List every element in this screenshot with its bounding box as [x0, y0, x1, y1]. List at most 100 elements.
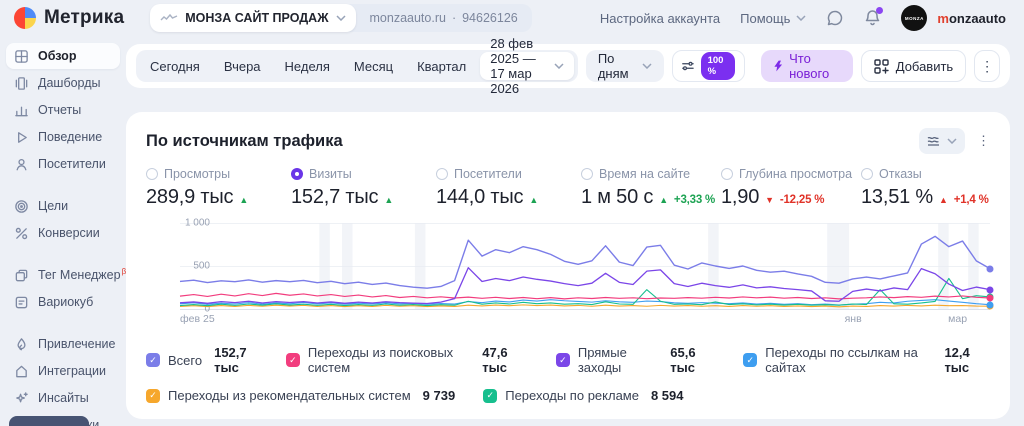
- goals-icon: [13, 199, 29, 214]
- metric-просмотры[interactable]: Просмотры 289,9 тыс▲: [146, 167, 291, 209]
- sparkline-icon: [160, 13, 178, 23]
- chat-icon: [826, 9, 844, 27]
- series-end-dot: [987, 265, 994, 272]
- counter-domain[interactable]: monzaauto.ru: [370, 11, 446, 25]
- sidebar-promo-card[interactable]: [9, 416, 89, 426]
- legend-checkbox[interactable]: ✓: [146, 353, 160, 367]
- sidebar-item-label: Отчеты: [38, 103, 81, 117]
- sidebar-item-label: Поведение: [38, 130, 102, 144]
- preset-квартал[interactable]: Квартал: [405, 52, 478, 80]
- metric-value: 152,7 тыс: [291, 186, 378, 209]
- card-menu-button[interactable]: ⋮: [977, 133, 990, 149]
- account-settings-link[interactable]: Настройка аккаунта: [600, 11, 720, 26]
- add-grid-icon: [874, 59, 889, 74]
- legend-checkbox[interactable]: ✓: [286, 353, 300, 367]
- trend-up-icon: ▲: [659, 195, 668, 205]
- sidebar-item-attraction[interactable]: Привлечение: [6, 331, 120, 357]
- add-widget-button[interactable]: Добавить: [861, 50, 966, 82]
- legend-label: Прямые заходы: [578, 345, 658, 375]
- sidebar-item-visitors[interactable]: Посетители: [6, 151, 120, 177]
- x-axis-tick: мар: [948, 313, 967, 325]
- sidebar-item-overview[interactable]: Обзор: [6, 43, 120, 69]
- metric-radio[interactable]: [861, 168, 873, 180]
- legend-item[interactable]: ✓ Всего 152,7 тыс: [146, 345, 258, 375]
- main-content: СегодняВчераНеделяМесяцКвартал 28 фев 20…: [126, 36, 1024, 426]
- sidebar-item-insights[interactable]: Инсайты: [6, 385, 120, 411]
- preset-вчера[interactable]: Вчера: [212, 52, 273, 80]
- legend-checkbox[interactable]: ✓: [483, 389, 497, 403]
- wavy-lines-icon: [927, 135, 941, 147]
- legend-item[interactable]: ✓Переходы по рекламе8 594: [483, 388, 683, 403]
- kebab-icon: ⋮: [980, 58, 994, 75]
- help-label: Помощь: [740, 11, 790, 26]
- metric-value: 289,9 тыс: [146, 186, 233, 209]
- metrica-logo[interactable]: Метрика: [14, 7, 124, 29]
- legend-value: 152,7 тыс: [214, 345, 258, 375]
- metric-radio[interactable]: [436, 168, 448, 180]
- sidebar-item-reports[interactable]: Отчеты: [6, 97, 120, 123]
- metric-label: Отказы: [879, 167, 922, 181]
- metric-посетители[interactable]: Посетители 144,0 тыс▲: [436, 167, 581, 209]
- visitors-icon: [13, 157, 29, 172]
- metric-radio[interactable]: [721, 168, 733, 180]
- legend-item[interactable]: ✓Переходы по ссылкам на сайтах12,4 тыс: [743, 345, 990, 375]
- legend-checkbox[interactable]: ✓: [146, 389, 160, 403]
- username[interactable]: monzaauto: [937, 11, 1006, 26]
- date-range-picker[interactable]: 28 фев 2025 — 17 мар 2026: [480, 52, 574, 80]
- avatar[interactable]: MONZA: [901, 5, 927, 31]
- sidebar-item-label: Обзор: [38, 49, 76, 63]
- sidebar-item-tag-manager[interactable]: Тег Менеджерβ: [6, 262, 120, 288]
- chevron-down-icon: [947, 138, 957, 144]
- metrica-logo-text: Метрика: [44, 7, 124, 29]
- sidebar-item-goals[interactable]: Цели: [6, 193, 120, 219]
- metric-отказы[interactable]: Отказы 13,51 %▲+1,4 %: [861, 167, 989, 209]
- trend-up-icon: ▲: [529, 195, 538, 205]
- sidebar-item-dashboards[interactable]: Дашборды: [6, 70, 120, 96]
- sidebar-item-label: Привлечение: [38, 337, 115, 351]
- toolbar-card: СегодняВчераНеделяМесяцКвартал 28 фев 20…: [126, 44, 1010, 88]
- counter-meta: monzaauto.ru · 94626126: [356, 11, 532, 25]
- traffic-chart[interactable]: 1 0005000: [180, 223, 990, 309]
- trend-up-icon: ▲: [384, 195, 393, 205]
- metric-визиты[interactable]: Визиты 152,7 тыс▲: [291, 167, 436, 209]
- sidebar-item-integrations[interactable]: Интеграции: [6, 358, 120, 384]
- whats-new-button[interactable]: Что нового: [761, 50, 853, 82]
- preset-сегодня[interactable]: Сегодня: [138, 52, 212, 80]
- reports-icon: [13, 103, 29, 118]
- notifications-button[interactable]: [864, 9, 881, 27]
- metric-radio[interactable]: [291, 168, 303, 180]
- traffic-sources-card: По источникам трафика ⋮ Просмотры 289,9 …: [126, 112, 1010, 419]
- metric-radio[interactable]: [146, 168, 158, 180]
- counter-selector[interactable]: МОНЗА САЙТ ПРОДАЖ: [150, 4, 355, 32]
- chart-type-select[interactable]: [919, 128, 965, 154]
- preset-неделя[interactable]: Неделя: [273, 52, 342, 80]
- date-preset-group: СегодняВчераНеделяМесяцКвартал 28 фев 20…: [136, 50, 578, 82]
- integrations-icon: [13, 364, 29, 379]
- trend-down-icon: ▼: [765, 195, 774, 205]
- sidebar-item-conversions[interactable]: Конверсии: [6, 220, 120, 246]
- chat-button[interactable]: [826, 9, 844, 27]
- toolbar-menu-button[interactable]: ⋮: [974, 50, 1000, 82]
- sliders-icon: [682, 59, 694, 73]
- insights-icon: [13, 391, 29, 406]
- legend-item[interactable]: ✓Переходы из поисковых систем47,6 тыс: [286, 345, 528, 375]
- sidebar-item-label: Инсайты: [38, 391, 89, 405]
- series-end-dot: [987, 286, 994, 293]
- metric-radio[interactable]: [581, 168, 593, 180]
- legend-label: Всего: [168, 353, 202, 368]
- legend-label: Переходы по ссылкам на сайтах: [765, 345, 932, 375]
- metric-глубина-просмотра[interactable]: Глубина просмотра 1,90▼-12,25 %: [721, 167, 861, 209]
- granularity-select[interactable]: По дням: [586, 50, 664, 82]
- legend-checkbox[interactable]: ✓: [743, 353, 757, 367]
- metric-время-на-сайте[interactable]: Время на сайте 1 м 50 с▲+3,33 %: [581, 167, 721, 209]
- legend-item[interactable]: ✓Переходы из рекомендательных систем9 73…: [146, 388, 455, 403]
- help-menu[interactable]: Помощь: [740, 11, 806, 26]
- chevron-down-icon: [642, 63, 652, 69]
- sampling-control[interactable]: 100 %: [672, 50, 745, 82]
- sidebar-item-variocube[interactable]: Вариокуб: [6, 289, 120, 315]
- metric-delta: +3,33 %: [674, 194, 715, 206]
- sidebar-item-behavior[interactable]: Поведение: [6, 124, 120, 150]
- legend-item[interactable]: ✓Прямые заходы65,6 тыс: [556, 345, 715, 375]
- legend-checkbox[interactable]: ✓: [556, 353, 570, 367]
- preset-месяц[interactable]: Месяц: [342, 52, 405, 80]
